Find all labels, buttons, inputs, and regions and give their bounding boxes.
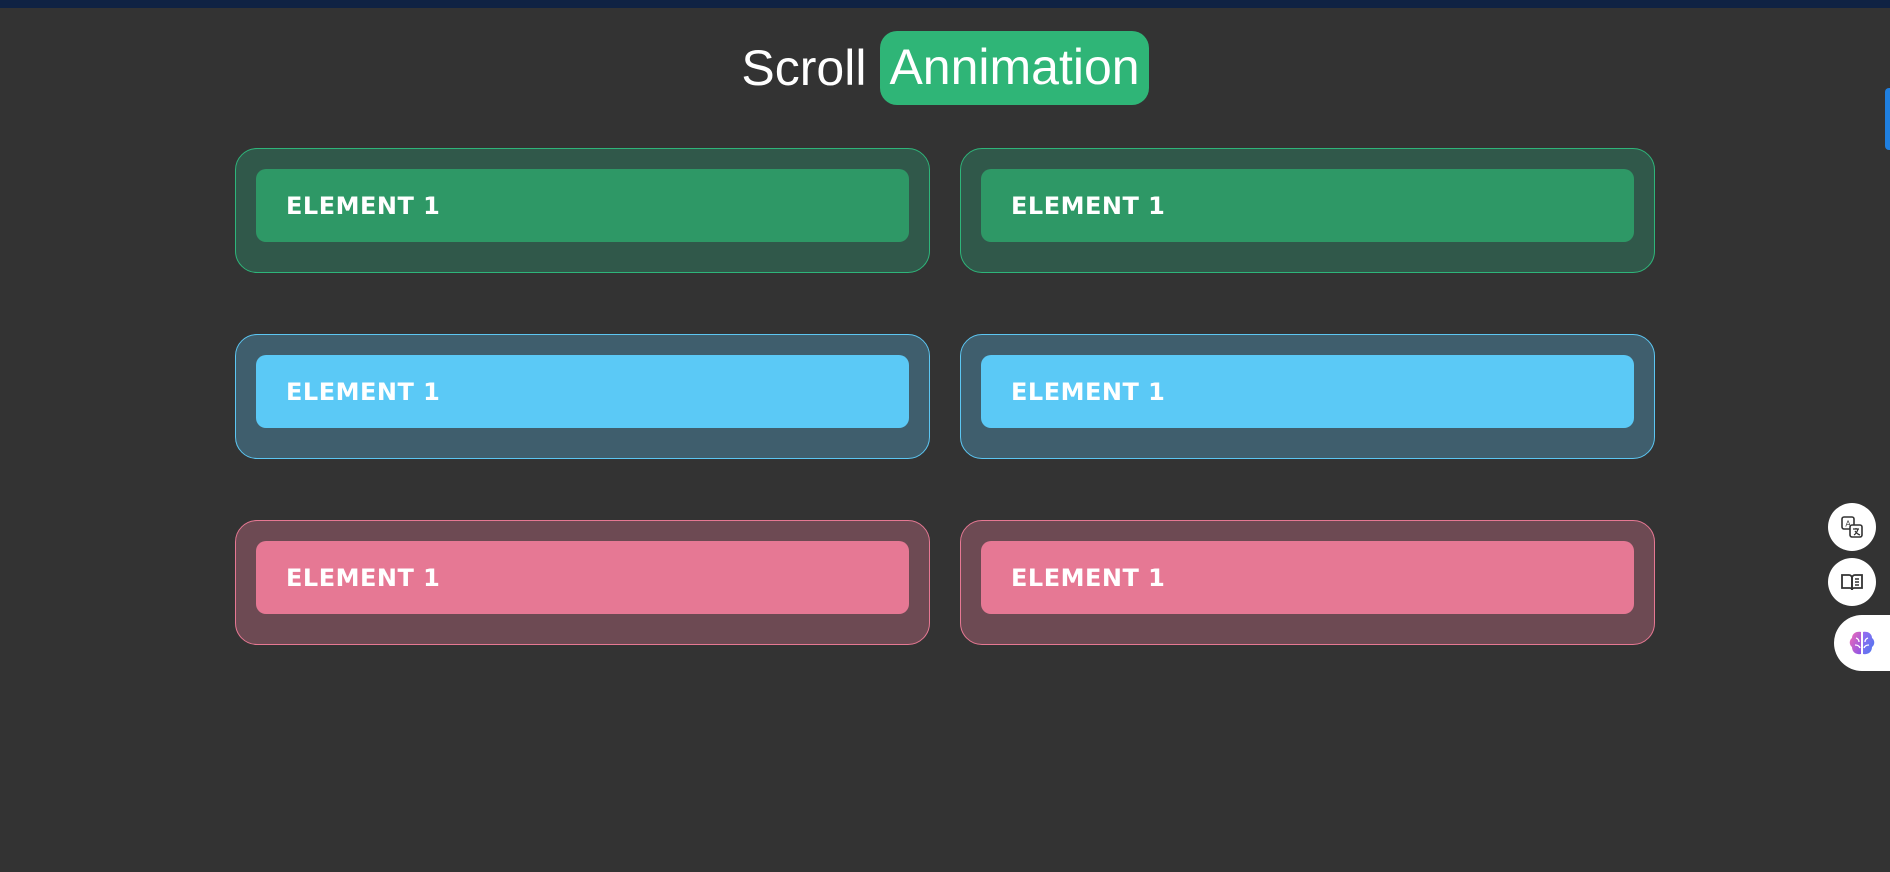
card-label: ELEMENT 1	[256, 169, 909, 242]
card-label: ELEMENT 1	[256, 355, 909, 428]
book-reader-icon	[1841, 574, 1863, 591]
card-green-left: ELEMENT 1	[235, 148, 930, 273]
title-highlight: Annimation	[880, 31, 1149, 105]
card-label: ELEMENT 1	[981, 355, 1634, 428]
card-pink-right: ELEMENT 1	[960, 520, 1655, 645]
page-title: Scroll Annimation	[0, 31, 1890, 105]
brain-icon	[1849, 631, 1875, 655]
card-blue-right: ELEMENT 1	[960, 334, 1655, 459]
card-label: ELEMENT 1	[981, 541, 1634, 614]
sidebar-edge-tab[interactable]	[1885, 88, 1890, 150]
translate-button[interactable]: A	[1828, 503, 1876, 551]
card-label: ELEMENT 1	[981, 169, 1634, 242]
ai-assistant-button[interactable]	[1834, 615, 1890, 671]
translate-icon: A	[1841, 516, 1863, 538]
card-label: ELEMENT 1	[256, 541, 909, 614]
reader-button[interactable]	[1828, 558, 1876, 606]
card-blue-left: ELEMENT 1	[235, 334, 930, 459]
top-strip	[0, 0, 1890, 8]
card-green-right: ELEMENT 1	[960, 148, 1655, 273]
card-pink-left: ELEMENT 1	[235, 520, 930, 645]
title-word: Scroll	[741, 40, 867, 96]
